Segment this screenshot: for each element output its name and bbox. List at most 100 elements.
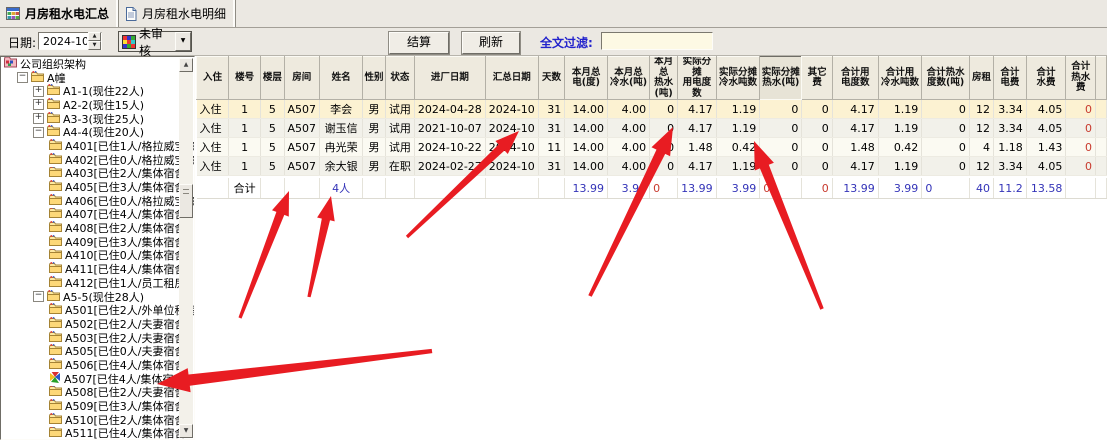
- cell[interactable]: 12: [969, 119, 993, 138]
- table-row[interactable]: 入住15A507冉光荣男试用2024-10-222024-101114.004.…: [197, 138, 1107, 157]
- cell[interactable]: 2024-10: [485, 157, 538, 176]
- tree-item-A幢[interactable]: −A幢: [1, 71, 195, 85]
- cell[interactable]: 0: [760, 100, 802, 119]
- cell[interactable]: 0: [922, 100, 970, 119]
- column-header-16[interactable]: 其它费: [802, 57, 832, 100]
- column-header-19[interactable]: 合计热水 度数(吨): [922, 57, 970, 100]
- cell[interactable]: 2024-10: [485, 119, 538, 138]
- tree-item-A2-2[interactable]: +A2-2(现住15人): [1, 98, 195, 112]
- tab-monthly-detail[interactable]: 月房租水电明细: [119, 0, 236, 27]
- cell[interactable]: 0: [922, 157, 970, 176]
- tree-item-A403[interactable]: A403[已住2人/集体宿舍/: [1, 167, 195, 181]
- cell[interactable]: 0: [802, 119, 832, 138]
- cell[interactable]: 2024-10-22: [414, 138, 485, 157]
- column-header-20[interactable]: 房租: [969, 57, 993, 100]
- tree-item-A406[interactable]: A406[已住0人/格拉威宝集: [1, 194, 195, 208]
- cell[interactable]: [414, 178, 485, 199]
- cell[interactable]: 入住: [197, 100, 229, 119]
- tree-item-A405[interactable]: A405[已住3人/集体宿舍/: [1, 180, 195, 194]
- cell[interactable]: 0: [802, 100, 832, 119]
- cell[interactable]: 5: [261, 119, 284, 138]
- cell[interactable]: 4.17: [678, 119, 717, 138]
- cell[interactable]: 14.00: [565, 138, 608, 157]
- cell[interactable]: A507: [284, 157, 320, 176]
- table-row[interactable]: 入住15A507余大银男在职2024-02-272024-103114.004.…: [197, 157, 1107, 176]
- cell[interactable]: 4.05: [1026, 157, 1066, 176]
- column-header-13[interactable]: 实际分摊 用电度数: [678, 57, 717, 100]
- tree-item-A409[interactable]: A409[已住3人/集体宿舍/: [1, 235, 195, 249]
- column-header-15[interactable]: 实际分摊 热水(吨): [760, 57, 802, 100]
- cell[interactable]: 31: [538, 100, 564, 119]
- cell[interactable]: 1.19: [878, 119, 922, 138]
- cell[interactable]: 3.34: [994, 157, 1027, 176]
- tree-item-A408[interactable]: A408[已住2人/集体宿舍/: [1, 221, 195, 235]
- cell[interactable]: 0: [650, 157, 678, 176]
- cell[interactable]: 2024-10: [485, 138, 538, 157]
- cell[interactable]: 0: [760, 119, 802, 138]
- cell[interactable]: 0: [1066, 138, 1096, 157]
- cell[interactable]: 试用: [385, 138, 414, 157]
- cell[interactable]: 0: [1066, 119, 1096, 138]
- tree-item-A505[interactable]: A505[已住0人/夫妻宿舍/: [1, 344, 195, 358]
- cell[interactable]: 0: [802, 138, 832, 157]
- cell[interactable]: 1.19: [716, 157, 760, 176]
- filter-input[interactable]: [601, 32, 713, 50]
- tree-item-A509[interactable]: A509[已住3人/集体宿舍/: [1, 399, 195, 413]
- cell[interactable]: 1: [229, 138, 261, 157]
- cell[interactable]: 3.34: [994, 119, 1027, 138]
- cell[interactable]: 12: [969, 157, 993, 176]
- tree-item-A3-3[interactable]: +A3-3(现住25人): [1, 112, 195, 126]
- cell[interactable]: 0: [802, 178, 832, 199]
- cell[interactable]: 入住: [197, 157, 229, 176]
- cell[interactable]: [485, 178, 538, 199]
- column-header-9[interactable]: 天数: [538, 57, 564, 100]
- cell[interactable]: 0: [650, 178, 678, 199]
- cell[interactable]: 13.99: [565, 178, 608, 199]
- cell[interactable]: 1.19: [716, 119, 760, 138]
- cell[interactable]: 4人: [320, 178, 363, 199]
- scroll-up-icon[interactable]: ▲: [179, 58, 193, 72]
- cell[interactable]: 4: [969, 138, 993, 157]
- cell[interactable]: 4.00: [608, 138, 650, 157]
- cell[interactable]: 0: [1066, 100, 1096, 119]
- tree-item-A506[interactable]: A506[已住4人/集体宿舍/: [1, 358, 195, 372]
- cell[interactable]: 男: [363, 119, 386, 138]
- column-header-21[interactable]: 合计 电费: [994, 57, 1027, 100]
- tree-item-A510[interactable]: A510[已住2人/集体宿舍/: [1, 413, 195, 427]
- column-header-6[interactable]: 状态: [385, 57, 414, 100]
- column-header-12[interactable]: 本月总 热水(吨): [650, 57, 678, 100]
- tree-item-A502[interactable]: A502[已住2人/夫妻宿舍/: [1, 317, 195, 331]
- cell[interactable]: 4.17: [832, 119, 878, 138]
- cell[interactable]: 4.00: [608, 157, 650, 176]
- cell[interactable]: 0: [922, 138, 970, 157]
- cell[interactable]: 李会: [320, 100, 363, 119]
- cell[interactable]: 4.00: [608, 119, 650, 138]
- cell[interactable]: [1096, 119, 1107, 138]
- cell[interactable]: 13.99: [678, 178, 717, 199]
- cell[interactable]: 0: [760, 178, 802, 199]
- tree-item-A410[interactable]: A410[已住0人/集体宿舍/: [1, 249, 195, 263]
- column-header-14[interactable]: 实际分摊 冷水吨数: [716, 57, 760, 100]
- cell[interactable]: 0: [650, 100, 678, 119]
- cell[interactable]: 1: [229, 100, 261, 119]
- cell[interactable]: 5: [261, 157, 284, 176]
- tree-item-A411[interactable]: A411[已住4人/集体宿舍/: [1, 262, 195, 276]
- column-header-23[interactable]: 合计 热水费: [1066, 57, 1096, 100]
- cell[interactable]: 试用: [385, 119, 414, 138]
- scrollbar-thumb[interactable]: [179, 184, 193, 218]
- cell[interactable]: [1096, 178, 1107, 199]
- cell[interactable]: 余大银: [320, 157, 363, 176]
- cell[interactable]: 14.00: [565, 157, 608, 176]
- column-header-7[interactable]: 进厂日期: [414, 57, 485, 100]
- tab-monthly-summary[interactable]: 月房租水电汇总: [0, 0, 119, 27]
- cell[interactable]: 2021-10-07: [414, 119, 485, 138]
- column-header-22[interactable]: 合计 水费: [1026, 57, 1066, 100]
- tree-item-A503[interactable]: A503[已住2人/夫妻宿舍/: [1, 331, 195, 345]
- cell[interactable]: 4.00: [608, 100, 650, 119]
- cell[interactable]: 1: [229, 119, 261, 138]
- cell[interactable]: 4.05: [1026, 100, 1066, 119]
- cell[interactable]: 在职: [385, 157, 414, 176]
- cell[interactable]: [363, 178, 386, 199]
- expand-icon[interactable]: +: [33, 113, 44, 124]
- scroll-down-icon[interactable]: ▼: [179, 424, 193, 438]
